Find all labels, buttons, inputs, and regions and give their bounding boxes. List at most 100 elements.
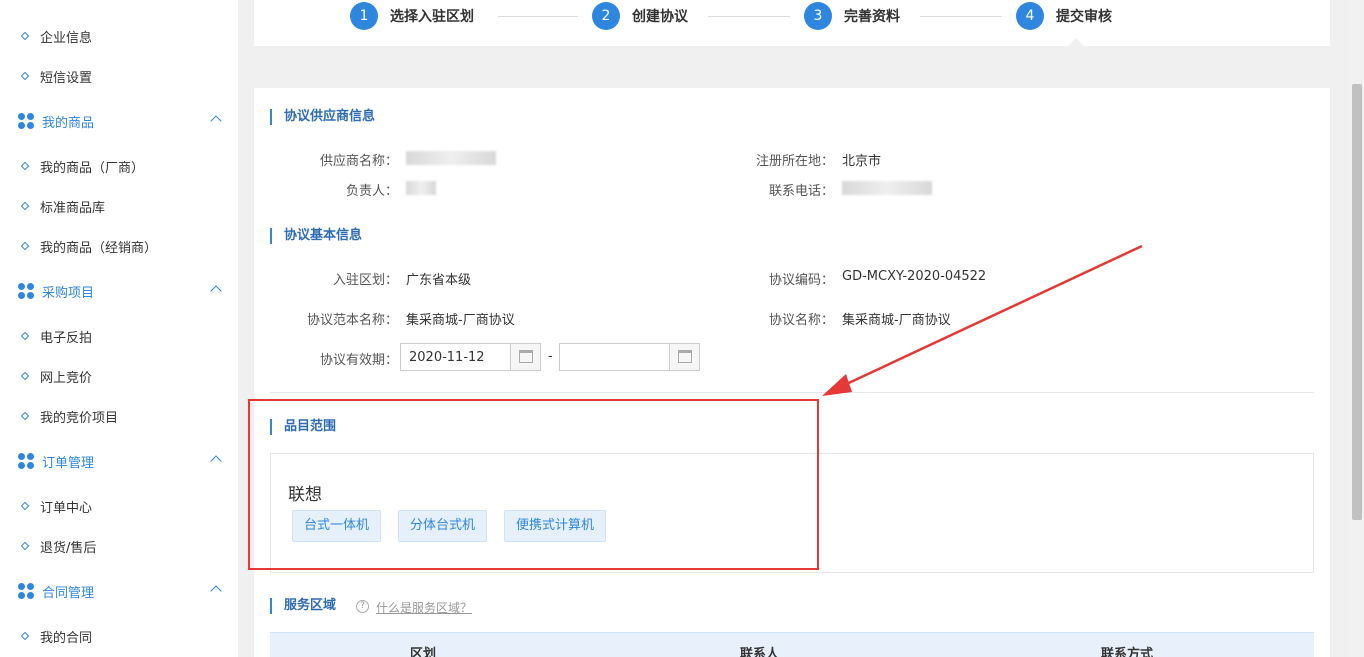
page-scrollbar[interactable] [1350, 0, 1364, 657]
sidebar-item-order-center[interactable]: 订单中心 [0, 486, 238, 526]
step-label: 提交审核 [1056, 9, 1112, 25]
column-header-contact: 联系人 [740, 647, 780, 657]
supplier-owner-label: 负责人： [345, 184, 398, 199]
column-header-contact-method: 联系方式 [1101, 647, 1154, 657]
step-number: 3 [804, 2, 832, 30]
sidebar-item-returns[interactable]: 退货/售后 [0, 526, 238, 566]
sidebar-group-my-products[interactable]: 我的商品 [0, 101, 238, 141]
section-divider [270, 392, 1314, 393]
scrollbar-thumb[interactable] [1352, 84, 1362, 520]
step-label: 创建协议 [632, 9, 688, 25]
sidebar-group-contracts[interactable]: 合同管理 [0, 571, 238, 611]
clover-icon [18, 453, 34, 469]
supplier-region-label: 注册所在地： [755, 154, 834, 169]
calendar-icon [519, 350, 533, 363]
start-date-picker[interactable]: 2020-11-12 [400, 343, 541, 371]
sidebar-group-procurement[interactable]: 采购项目 [0, 271, 238, 311]
step-2: 2 创建协议 [592, 2, 688, 30]
step-number: 4 [1016, 2, 1044, 30]
zone-value: 广东省本级 [406, 273, 472, 288]
end-date-calendar-button[interactable] [669, 344, 699, 370]
step-label: 完善资料 [844, 9, 900, 25]
end-date-picker[interactable] [559, 343, 700, 371]
sidebar-item-my-contracts[interactable]: 我的合同 [0, 616, 238, 656]
sidebar-item-label: 企业信息 [40, 30, 93, 46]
clover-icon [18, 283, 34, 299]
supplier-phone-masked [842, 181, 932, 195]
sidebar-item-label: 网上竞价 [40, 370, 93, 386]
chevron-up-icon [210, 585, 222, 597]
clover-icon [18, 583, 34, 599]
sidebar-item-label: 我的合同 [40, 630, 93, 646]
sidebar-item-label: 退货/售后 [40, 540, 97, 556]
sidebar-item-label: 我的商品（经销商） [40, 240, 158, 256]
sidebar-item-label: 我的竞价项目 [40, 410, 119, 426]
supplier-owner-masked [406, 181, 436, 195]
diamond-bullet-icon [20, 161, 30, 171]
diamond-bullet-icon [20, 31, 30, 41]
step-connector [708, 16, 790, 17]
sidebar: 企业信息 短信设置 我的商品 我的商品（厂商） 标准商品库 我的商品（经销商） … [0, 0, 238, 657]
section-title-service: 服务区域 [270, 598, 336, 614]
zone-label: 入驻区划： [332, 273, 398, 288]
diamond-bullet-icon [20, 501, 30, 511]
supplier-name-masked [406, 151, 496, 165]
service-area-help-link[interactable]: 什么是服务区域？ [376, 599, 472, 616]
clover-icon [18, 113, 34, 129]
agreement-code-value: GD-MCXY-2020-04522 [842, 269, 987, 284]
sidebar-group-label: 订单管理 [42, 455, 95, 471]
diamond-bullet-icon [20, 411, 30, 421]
sidebar-item-my-products-manufacturer[interactable]: 我的商品（厂商） [0, 146, 238, 186]
sidebar-item-label: 短信设置 [40, 70, 93, 86]
step-bar: 1 选择入驻区划 2 创建协议 3 完善资料 4 提交审核 [254, 0, 1330, 46]
sidebar-group-orders[interactable]: 订单管理 [0, 441, 238, 481]
sidebar-item-label: 电子反拍 [40, 330, 93, 346]
chevron-up-icon [210, 115, 222, 127]
sidebar-item-reverse-auction[interactable]: 电子反拍 [0, 316, 238, 356]
supplier-name-label: 供应商名称： [319, 154, 398, 169]
sidebar-item-online-bidding[interactable]: 网上竞价 [0, 356, 238, 396]
section-title-basic: 协议基本信息 [270, 228, 362, 244]
step-number: 2 [592, 2, 620, 30]
template-name-value: 集采商城-厂商协议 [406, 313, 515, 328]
diamond-bullet-icon [20, 331, 30, 341]
start-date-value: 2020-11-12 [409, 350, 485, 365]
sidebar-group-label: 我的商品 [42, 115, 95, 131]
sidebar-item-label: 订单中心 [40, 500, 93, 516]
chevron-up-icon [210, 285, 222, 297]
help-icon[interactable]: ? [356, 600, 369, 613]
step-number: 1 [350, 2, 378, 30]
step-connector [498, 16, 578, 17]
sidebar-item-my-products-dealer[interactable]: 我的商品（经销商） [0, 226, 238, 266]
date-range-separator: - [548, 349, 553, 364]
agreement-card: 协议供应商信息 供应商名称： 注册所在地： 北京市 负责人： 联系电话： 协议基… [254, 88, 1330, 657]
sidebar-item-label: 我的商品（厂商） [40, 160, 145, 176]
agreement-code-label: 协议编码： [768, 273, 834, 288]
sidebar-group-label: 合同管理 [42, 585, 95, 601]
diamond-bullet-icon [20, 201, 30, 211]
sidebar-group-label: 采购项目 [42, 285, 95, 301]
calendar-icon [678, 350, 692, 363]
step-connector [920, 16, 1002, 17]
diamond-bullet-icon [20, 371, 30, 381]
chevron-up-icon [210, 455, 222, 467]
annotation-highlight-box [248, 399, 819, 570]
agreement-name-label: 协议名称： [768, 313, 834, 328]
service-table-header: 区划 联系人 联系方式 [270, 632, 1314, 657]
validity-label: 协议有效期： [319, 353, 398, 368]
sidebar-item-company-info[interactable]: 企业信息 [0, 16, 238, 56]
sidebar-item-my-bidding-projects[interactable]: 我的竞价项目 [0, 396, 238, 436]
current-step-caret [1068, 38, 1084, 46]
diamond-bullet-icon [20, 631, 30, 641]
start-date-calendar-button[interactable] [510, 344, 540, 370]
diamond-bullet-icon [20, 241, 30, 251]
sidebar-item-standard-library[interactable]: 标准商品库 [0, 186, 238, 226]
step-3: 3 完善资料 [804, 2, 900, 30]
column-header-zone: 区划 [410, 647, 437, 657]
supplier-phone-label: 联系电话： [768, 184, 834, 199]
agreement-name-value: 集采商城-厂商协议 [842, 313, 951, 328]
step-1: 1 选择入驻区划 [350, 2, 474, 30]
sidebar-item-sms-settings[interactable]: 短信设置 [0, 56, 238, 96]
diamond-bullet-icon [20, 541, 30, 551]
section-title-supplier: 协议供应商信息 [270, 109, 375, 125]
